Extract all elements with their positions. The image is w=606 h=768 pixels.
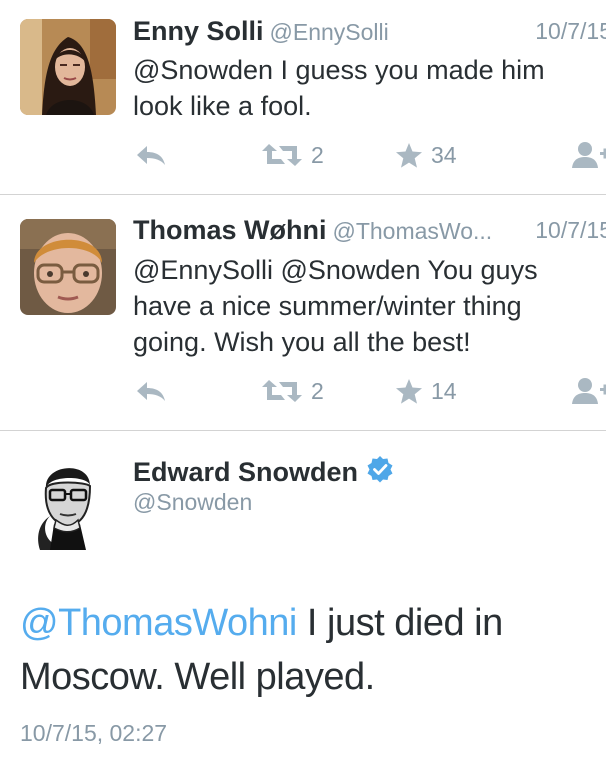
main-tweet-edward-snowden: Edward Snowden @Snowden @ThomasWohni I j… xyxy=(0,431,606,768)
reply-button[interactable] xyxy=(135,140,167,170)
retweet-button[interactable]: 2 xyxy=(261,140,324,170)
mention-link[interactable]: @ThomasWohni xyxy=(20,602,297,644)
main-tweet-text-rest: I just died in xyxy=(296,602,503,644)
tweet-header: Enny Solli @EnnySolli 10/7/15 xyxy=(133,16,606,48)
retweet-count: 2 xyxy=(311,377,324,404)
main-tweet-text: @ThomasWohni I just died in Moscow. Well… xyxy=(20,596,590,704)
main-author-name[interactable]: Edward Snowden xyxy=(133,457,358,488)
like-button[interactable]: 14 xyxy=(395,376,457,406)
tweet-text-line: @EnnySolli @Snowden You guys xyxy=(133,255,538,285)
tweet-header: Thomas Wøhni @ThomasWo... 10/7/15 xyxy=(133,215,606,247)
retweet-count: 2 xyxy=(311,141,324,168)
follow-button[interactable] xyxy=(571,376,606,406)
main-tweet-text-line: @ThomasWohni I just died in xyxy=(20,596,590,650)
follow-user-icon xyxy=(572,142,606,168)
like-count: 14 xyxy=(431,377,457,404)
avatar-thomas-wohni[interactable] xyxy=(20,219,116,315)
author-name[interactable]: Thomas Wøhni xyxy=(133,215,326,245)
tweet-text-line: look like a fool. xyxy=(133,91,312,121)
avatar-edward-snowden[interactable] xyxy=(20,454,116,550)
reply-button[interactable] xyxy=(135,376,167,406)
main-tweet-timestamp[interactable]: 10/7/15, 02:27 xyxy=(20,720,167,747)
tweet-text-line: @Snowden I guess you made him xyxy=(133,55,545,85)
main-author-name-row: Edward Snowden xyxy=(133,455,394,490)
author-handle[interactable]: @ThomasWo... xyxy=(332,218,492,244)
author-name[interactable]: Enny Solli xyxy=(133,16,264,46)
like-star-icon xyxy=(396,142,422,168)
tweet-actions: 2 34 xyxy=(133,140,606,170)
tweet-enny-solli[interactable]: Enny Solli @EnnySolli 10/7/15 @Snowden I … xyxy=(0,0,606,194)
author-handle[interactable]: @EnnySolli xyxy=(270,19,389,45)
follow-button[interactable] xyxy=(571,140,606,170)
tweet-thomas-wohni[interactable]: Thomas Wøhni @ThomasWo... 10/7/15 @EnnySo… xyxy=(0,195,606,430)
tweet-text-line: have a nice summer/winter thing xyxy=(133,291,522,321)
reply-icon xyxy=(137,382,165,401)
verified-badge-icon xyxy=(366,455,394,490)
main-tweet-text-line: Moscow. Well played. xyxy=(20,656,375,698)
tweet-date[interactable]: 10/7/15 xyxy=(535,18,606,45)
tweet-text: @EnnySolli @Snowden You guys have a nice… xyxy=(133,252,593,360)
tweet-actions: 2 14 xyxy=(133,376,606,406)
tweet-text-line: going. Wish you all the best! xyxy=(133,327,471,357)
like-button[interactable]: 34 xyxy=(395,140,457,170)
follow-user-icon xyxy=(572,378,606,404)
avatar-enny-solli[interactable] xyxy=(20,19,116,115)
tweet-date[interactable]: 10/7/15 xyxy=(535,217,606,244)
like-count: 34 xyxy=(431,141,457,168)
tweet-text: @Snowden I guess you made him look like … xyxy=(133,52,593,124)
main-author-handle[interactable]: @Snowden xyxy=(133,489,252,516)
retweet-button[interactable]: 2 xyxy=(261,376,324,406)
retweet-icon xyxy=(262,144,302,166)
reply-icon xyxy=(137,146,165,165)
like-star-icon xyxy=(396,378,422,404)
retweet-icon xyxy=(262,380,302,402)
